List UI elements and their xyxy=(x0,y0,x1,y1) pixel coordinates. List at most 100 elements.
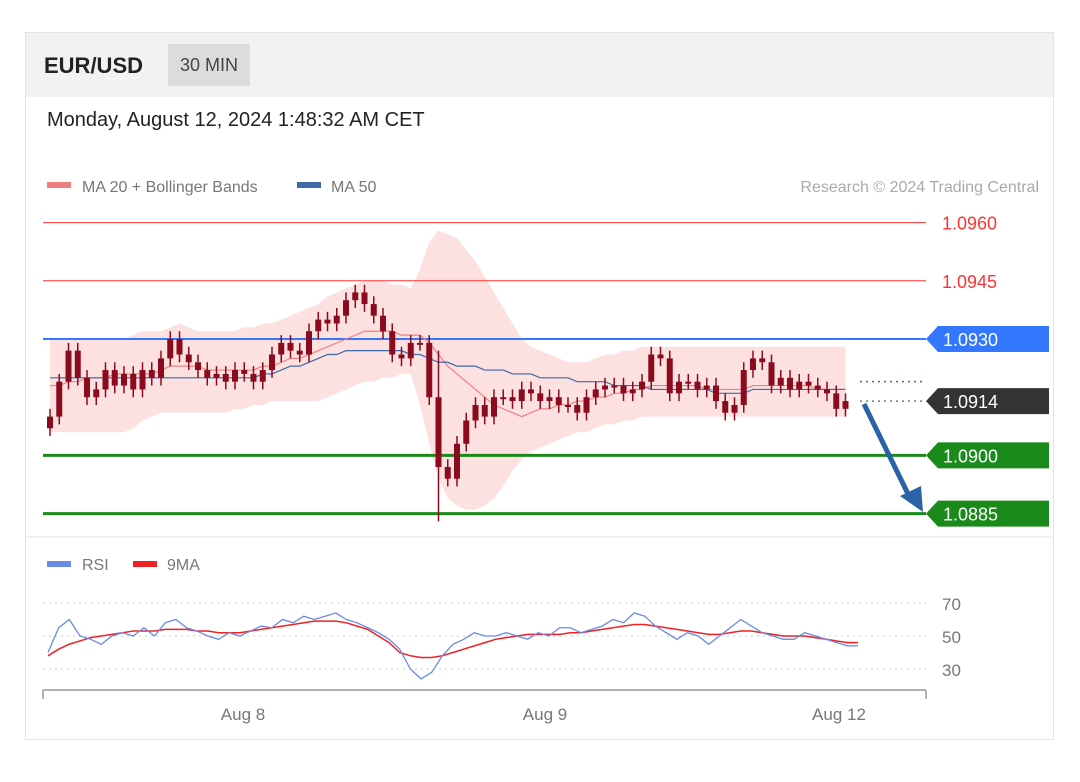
candle-body xyxy=(805,381,812,386)
candle-body xyxy=(611,385,618,388)
candle-body xyxy=(500,397,507,400)
candle-body xyxy=(491,397,497,417)
candle-body xyxy=(750,358,756,371)
candle-body xyxy=(740,370,747,405)
candle-body xyxy=(796,381,803,390)
price-level-1-0930-label: 1.0930 xyxy=(943,330,998,350)
candle-body xyxy=(398,354,405,359)
candle-body xyxy=(278,342,285,355)
candle-body xyxy=(602,385,608,390)
rsi-ma-legend-label: 9MA xyxy=(167,557,200,574)
candle-body xyxy=(768,362,775,386)
candle-body xyxy=(426,342,433,398)
candle-body xyxy=(703,385,710,390)
candle-body xyxy=(676,381,682,394)
price-level-1-0914-label: 1.0914 xyxy=(943,392,998,412)
candle-body xyxy=(361,292,368,305)
price-level-1-0945-label: 1.0945 xyxy=(942,272,997,292)
candle-body xyxy=(74,350,81,378)
candle-body xyxy=(343,300,349,316)
candle-body xyxy=(454,443,460,479)
candle-body xyxy=(509,397,516,402)
candle-body xyxy=(685,381,692,384)
ma50-legend-swatch xyxy=(297,182,321,188)
candle-body xyxy=(731,404,738,413)
rsi-tick-70: 70 xyxy=(942,595,961,614)
candle-body xyxy=(814,385,821,390)
candle-body xyxy=(833,393,840,409)
candle-body xyxy=(444,467,451,479)
price-level-1-0885-label: 1.0885 xyxy=(943,505,998,525)
candle-body xyxy=(537,393,544,402)
candle-body xyxy=(657,354,664,359)
candle-body xyxy=(620,385,627,394)
candle-body xyxy=(121,373,127,386)
candle-body xyxy=(222,373,229,382)
bb-legend-swatch xyxy=(47,182,71,188)
candle-body xyxy=(555,397,562,405)
ma50-legend-label: MA 50 xyxy=(331,179,376,196)
candle-body xyxy=(546,397,553,402)
candle-body xyxy=(417,342,423,345)
candle-body xyxy=(574,404,581,413)
candle-body xyxy=(777,377,784,386)
candle-body xyxy=(824,389,830,394)
candle-body xyxy=(666,358,673,394)
candle-body xyxy=(56,381,63,417)
candle-body xyxy=(241,370,248,374)
candle-body xyxy=(722,401,729,413)
candle-body xyxy=(352,292,359,301)
candle-body xyxy=(592,389,599,398)
candle-body xyxy=(195,362,201,371)
candle-body xyxy=(787,377,793,390)
candle-body xyxy=(463,420,470,444)
price-level-1-0960-label: 1.0960 xyxy=(942,214,997,234)
candle-body xyxy=(842,401,849,409)
candle-body xyxy=(315,319,322,332)
candle-body xyxy=(333,315,340,324)
candle-body xyxy=(296,350,303,355)
rsi-ma-legend-swatch xyxy=(133,561,157,567)
x-tick-label: Aug 12 xyxy=(812,705,866,724)
candle-body xyxy=(583,397,590,413)
candle-body xyxy=(65,350,72,382)
candle-body xyxy=(213,373,220,378)
candle-body xyxy=(648,354,655,382)
candle-body xyxy=(759,358,766,363)
candle-body xyxy=(148,370,155,378)
rsi-tick-50: 50 xyxy=(942,628,961,647)
bb-legend-label: MA 20 + Bollinger Bands xyxy=(82,179,258,196)
candle-body xyxy=(130,373,137,390)
candle-body xyxy=(380,315,386,332)
price-level-1-0900-label: 1.0900 xyxy=(943,446,998,466)
candle-body xyxy=(370,304,377,316)
candle-body xyxy=(565,404,571,407)
candle-body xyxy=(713,385,719,402)
candle-body xyxy=(528,389,534,394)
rsi-legend-swatch xyxy=(47,561,71,567)
candle-body xyxy=(306,331,312,355)
candle-body xyxy=(287,342,294,351)
candle-body xyxy=(639,381,645,390)
rsi-tick-30: 30 xyxy=(942,661,961,680)
candle-body xyxy=(47,416,53,429)
candle-body xyxy=(694,381,701,390)
candle-body xyxy=(472,404,479,421)
copyright-credit: Research © 2024 Trading Central xyxy=(800,179,1039,196)
candle-body xyxy=(518,389,525,402)
candle-body xyxy=(158,358,164,378)
candle-body xyxy=(84,377,90,398)
candle-body xyxy=(139,370,146,390)
candle-body xyxy=(167,339,174,359)
price-chart: MA 20 + Bollinger Bands MA 50 Research © 2… xyxy=(26,179,1053,724)
candle-body xyxy=(93,389,100,398)
candle-body xyxy=(250,373,257,382)
candle-body xyxy=(176,339,183,355)
candle-body xyxy=(259,370,266,382)
candle-body xyxy=(185,354,192,363)
candle-body xyxy=(407,342,414,359)
candle-body xyxy=(111,370,118,386)
candle-body xyxy=(435,397,442,468)
candle-body xyxy=(324,319,331,324)
candle-body xyxy=(102,370,109,390)
